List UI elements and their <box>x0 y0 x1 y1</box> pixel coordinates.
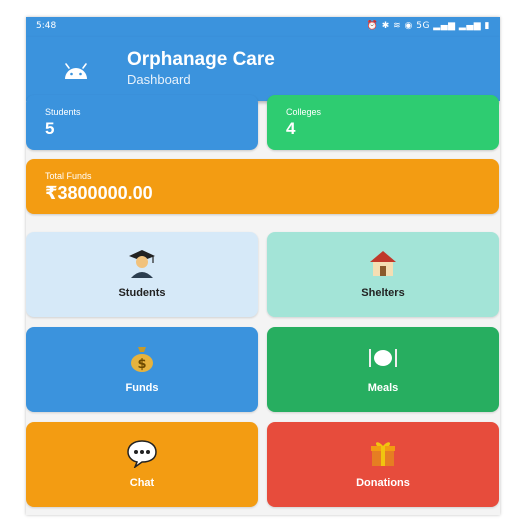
tile-meals[interactable]: Meals <box>267 327 499 412</box>
stat-value: 5 <box>45 119 55 138</box>
tile-label: Students <box>118 287 166 299</box>
stat-value: ₹3800000.00 <box>45 183 153 203</box>
tile-students[interactable]: Students <box>26 232 258 317</box>
speech-bubble-icon <box>26 438 258 468</box>
tile-label: Funds <box>125 382 159 394</box>
stat-card-total-funds: Total Funds ₹3800000.00 <box>26 159 499 214</box>
status-time: 5:48 <box>36 21 57 31</box>
stat-value: 4 <box>286 119 296 138</box>
student-graduate-icon <box>26 248 258 278</box>
stat-label: Total Funds <box>45 171 92 181</box>
tile-label: Shelters <box>361 287 405 299</box>
status-bar: 5:48 ⏰ ✱ ≋ ◉ 5G ▂▄▆ ▂▄▆ ▮ <box>26 17 500 37</box>
tile-label: Meals <box>367 382 399 394</box>
house-icon <box>267 248 499 278</box>
phone-screen: 5:48 ⏰ ✱ ≋ ◉ 5G ▂▄▆ ▂▄▆ ▮ Orphanage Care… <box>26 17 500 515</box>
tile-funds[interactable]: $ Funds <box>26 327 258 412</box>
svg-text:$: $ <box>137 357 146 372</box>
tile-chat[interactable]: Chat <box>26 422 258 507</box>
tile-label: Chat <box>129 477 155 489</box>
app-subtitle: Dashboard <box>127 72 191 87</box>
tile-label: Donations <box>356 477 410 489</box>
plate-cutlery-icon <box>267 343 499 373</box>
gift-icon <box>267 438 499 468</box>
stat-card-colleges: Colleges 4 <box>267 95 499 150</box>
tile-donations[interactable]: Donations <box>267 422 499 507</box>
stat-label: Students <box>45 107 81 117</box>
app-title: Orphanage Care <box>127 49 275 70</box>
app-bar: Orphanage Care Dashboard <box>26 37 500 101</box>
tile-shelters[interactable]: Shelters <box>267 232 499 317</box>
stat-label: Colleges <box>286 107 322 117</box>
android-icon <box>62 59 90 83</box>
status-indicators: ⏰ ✱ ≋ ◉ 5G ▂▄▆ ▂▄▆ ▮ <box>366 21 490 31</box>
stat-card-students: Students 5 <box>26 95 258 150</box>
money-bag-icon: $ <box>26 343 258 373</box>
